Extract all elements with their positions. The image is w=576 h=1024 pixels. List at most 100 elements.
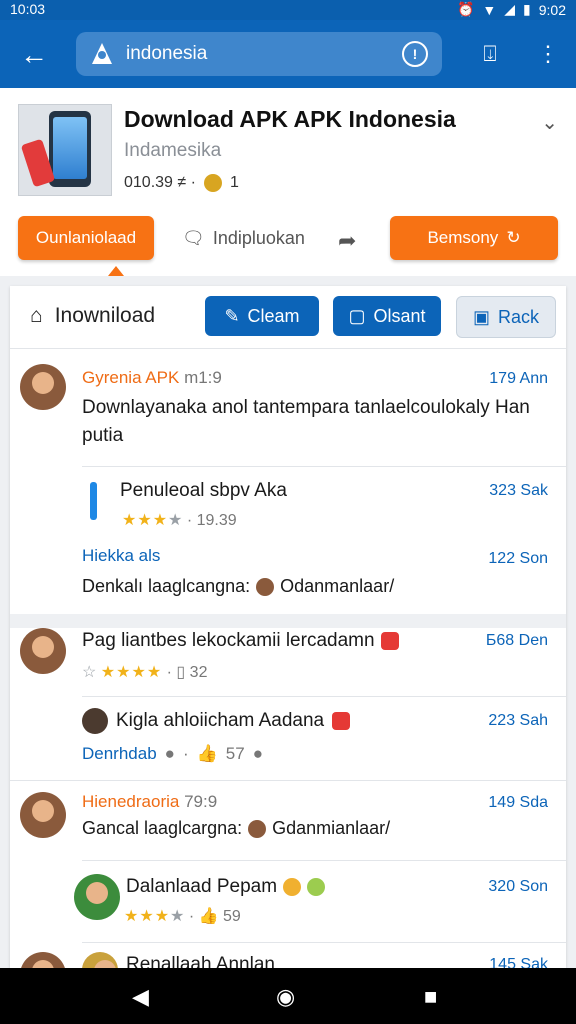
post-time: 149 Sda — [488, 794, 548, 811]
post-time: 122 Son — [488, 550, 548, 567]
app-meta-right: 1 — [229, 174, 239, 191]
post-text: Denkalı laaglcangna: — [82, 576, 251, 596]
post-text: Gancal laaglcargna: — [82, 818, 243, 838]
mini-avatar-icon — [248, 819, 267, 838]
active-caret — [108, 266, 124, 276]
comment-icon: 🗨 — [182, 228, 205, 248]
star-rating-icon: ★★★ — [122, 512, 169, 529]
mini-avatar-icon — [82, 708, 108, 734]
nav-back-icon[interactable]: ◀ — [132, 984, 149, 1010]
feed-item[interactable]: Hiekka als 122 Son Denkalı laaglcangna: … — [10, 536, 566, 612]
info-icon[interactable]: ! — [402, 41, 428, 67]
feed-item[interactable]: Dalanlaad Pepam ★★★★ · 👍 59 320 Son — [10, 862, 566, 940]
system-nav-bar: ◀ ◉ ■ — [0, 968, 576, 1024]
post-time: 223 Sah — [488, 712, 548, 729]
app-thumbnail — [18, 104, 112, 196]
post-title: Penuleoal sbpv Aka — [120, 480, 287, 501]
author-name[interactable]: Hiekka als — [82, 546, 160, 566]
app-meta-left: 010.39 ≠ · — [124, 174, 196, 191]
comment-icon[interactable]: ● — [165, 744, 175, 764]
bookmark-icon: ▣ — [472, 306, 490, 327]
nav-recents-icon[interactable]: ■ — [424, 984, 437, 1010]
avatar — [20, 364, 66, 410]
avatar — [74, 874, 120, 920]
share-icon[interactable]: ➦ — [338, 228, 356, 254]
post-text: Pag liantbes lekockamii lercadamn — [82, 630, 375, 651]
more-circle-icon[interactable]: ● — [253, 744, 263, 764]
author-handle: 79:9 — [184, 792, 218, 811]
post-time: 145 Sak — [489, 956, 548, 968]
secondary-button[interactable]: Bemsony ↻ — [390, 216, 558, 260]
home-icon: ⌂ — [30, 304, 43, 327]
chevron-down-icon[interactable]: ⌄ — [541, 110, 558, 135]
feed-item[interactable]: Penuleoal sbpv Aka ★★★★ · 19.39 323 Sak — [10, 466, 566, 534]
feed-item[interactable]: Gyrenia APK m1:9 179 Ann Downlayanaka an… — [10, 348, 566, 454]
share-box-icon[interactable]: ⍗ — [476, 40, 504, 68]
nav-home-icon[interactable]: ◉ — [276, 984, 295, 1010]
more-vert-icon[interactable]: ⋮ — [534, 40, 562, 68]
like-icon[interactable]: 👍 — [197, 744, 218, 764]
tab-download[interactable]: ⌂ Inowniload — [30, 304, 155, 328]
tab-button-rack[interactable]: ▣ Rack — [456, 296, 556, 338]
app-bar-icon — [90, 482, 97, 520]
post-title: Renallaah Annlan — [126, 954, 275, 968]
rating: ★★★★ · 👍 59 — [124, 908, 241, 925]
feed-panel: ⌂ Inowniload ✎ Cleam ▢ Olsant ▣ Rack Gyr… — [10, 286, 566, 968]
post-time: 320 Son — [488, 878, 548, 895]
status-right-time: 9:02 — [538, 1, 566, 18]
post-time: 179 Ann — [489, 370, 548, 387]
tab-button-olsant[interactable]: ▢ Olsant — [333, 296, 441, 336]
app-bar: ← indonesia ! ⍗ ⋮ — [0, 20, 576, 88]
avatar — [20, 792, 66, 838]
star-rating-icon: ★★★★ — [100, 664, 163, 681]
emoji-icon — [307, 878, 326, 896]
avatar — [82, 952, 118, 968]
author-handle: m1:9 — [184, 368, 222, 387]
link-text[interactable]: Denrhdab — [82, 744, 157, 764]
alarm-icon: ⏰ — [456, 1, 475, 17]
battery-icon: ▮ — [523, 1, 531, 17]
post-time: Б68 Den — [485, 632, 548, 649]
status-time: 10:03 — [10, 1, 46, 17]
post-text: Downlayanaka anol tantempara tanlaelcoul… — [82, 397, 530, 446]
emoji-icon — [380, 632, 399, 650]
post-text: Kigla ahloiicham Aadana — [116, 710, 325, 731]
download-button[interactable]: Ounlaniolaad — [18, 216, 154, 260]
post-title: Dalanlaad Pepam — [126, 876, 278, 897]
feed-item[interactable]: Renallaah Annlan 145 Sak — [10, 944, 566, 968]
rating: ★★★★ · 19.39 — [122, 512, 237, 529]
app-logo-icon — [92, 43, 112, 64]
author-name[interactable]: Hienedraoria — [82, 792, 179, 811]
status-bar: 10:03 ⏰ ▼ ◢ ▮ 9:02 — [0, 0, 576, 20]
signal-icon: ◢ — [504, 1, 516, 17]
coin-icon — [203, 174, 222, 192]
app-meta: 010.39 ≠ · 1 — [124, 174, 239, 192]
tab-button-clean[interactable]: ✎ Cleam — [205, 296, 319, 336]
app-title: Download APK APK Indonesia — [124, 106, 456, 132]
wifi-icon: ▼ — [482, 1, 497, 18]
avatar — [20, 952, 66, 968]
book-icon: ▯ — [176, 664, 186, 681]
mini-avatar-icon — [256, 577, 275, 596]
pencil-icon: ✎ — [224, 305, 240, 326]
search-field[interactable]: indonesia ! — [76, 32, 442, 76]
comment-action[interactable]: 🗨 Indipluokan — [182, 228, 305, 249]
message-icon: ▢ — [348, 305, 366, 326]
emoji-icon — [283, 878, 302, 896]
app-subtitle: Indamesika — [124, 140, 222, 161]
like-icon[interactable]: 👍 — [199, 908, 219, 925]
emoji-icon — [332, 712, 351, 730]
rating: ☆ ★★★★ · ▯ 32 — [82, 664, 208, 681]
avatar — [20, 628, 66, 674]
feed-item[interactable]: Hienedraoria 79:9 149 Sda Gancal laaglca… — [10, 780, 566, 858]
author-name[interactable]: Gyrenia APK — [82, 368, 179, 387]
back-arrow-icon[interactable]: ← — [20, 40, 50, 70]
post-time: 323 Sak — [489, 482, 548, 499]
refresh-icon: ↻ — [506, 228, 521, 247]
search-query: indonesia — [126, 43, 208, 64]
tab-bar: ⌂ Inowniload ✎ Cleam ▢ Olsant ▣ Rack — [10, 286, 566, 349]
feed-item[interactable]: Pag liantbes lekockamii lercadamn ☆ ★★★★… — [10, 628, 566, 696]
feed-item[interactable]: Kigla ahloiicham Aadana Denrhdab ● · 👍 5… — [10, 698, 566, 778]
app-header: Download APK APK Indonesia Indamesika 01… — [0, 88, 576, 276]
star-rating-icon: ★★★ — [124, 908, 171, 925]
